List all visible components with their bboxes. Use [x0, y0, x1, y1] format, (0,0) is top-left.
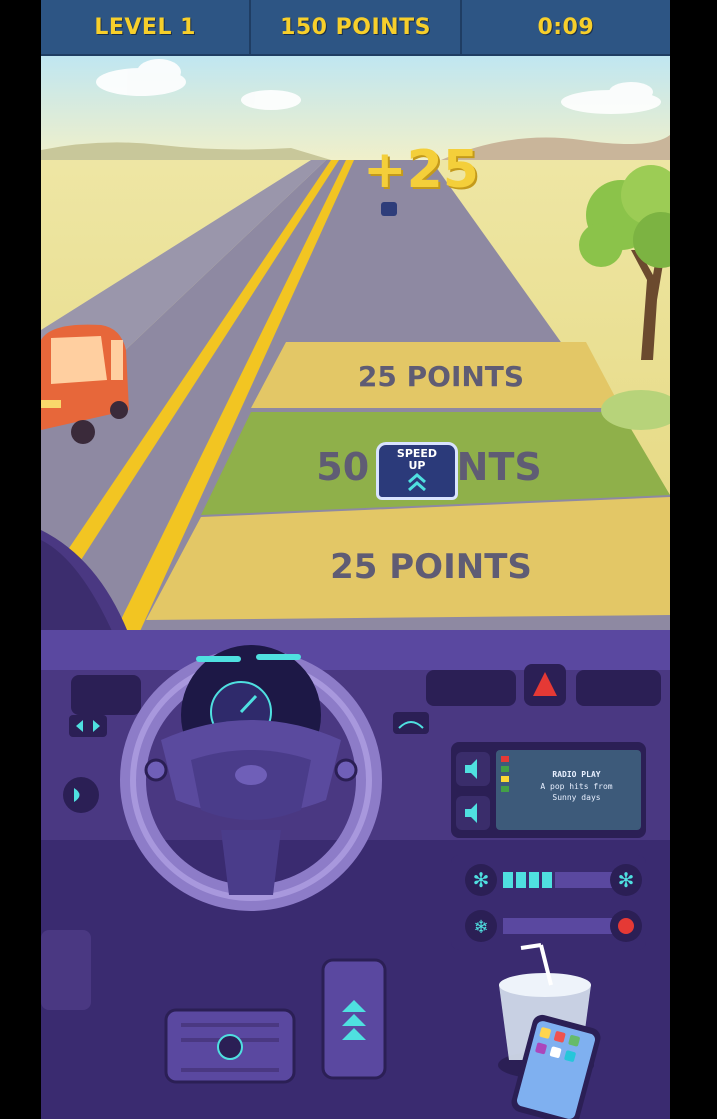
headlight-icon[interactable]	[63, 777, 99, 813]
volume-up-icon[interactable]	[456, 752, 490, 786]
volume-down-icon[interactable]	[456, 796, 490, 830]
temperature-bar[interactable]	[503, 918, 615, 934]
speed-up-button[interactable]: SPEED UP	[376, 442, 458, 500]
horn-icon	[235, 765, 267, 785]
svg-text:✻: ✻	[618, 868, 635, 892]
dash-top	[41, 630, 670, 670]
timer: 0:09	[537, 14, 595, 40]
speed-up-label-line2: UP	[408, 459, 426, 472]
parking-brake-icon	[217, 1034, 243, 1060]
fan-speed-bar[interactable]	[503, 872, 615, 888]
radio-subtitle: A pop hits from	[540, 782, 613, 791]
zone-bottom-label: 25 POINTS	[330, 547, 532, 587]
chevron-up-icon	[408, 473, 426, 492]
radio-subtitle-2: Sunny days	[552, 793, 601, 802]
hazard-button[interactable]	[524, 664, 566, 706]
distant-car	[381, 202, 397, 216]
brake-pedal[interactable]	[164, 1008, 296, 1084]
turn-signal-icon[interactable]	[69, 715, 107, 737]
svg-text:✻: ✻	[473, 868, 490, 892]
snowflake-icon[interactable]: ✻	[610, 864, 642, 896]
air-vent-left	[71, 675, 141, 715]
zone-top-label: 25 POINTS	[358, 360, 524, 393]
level-indicator: LEVEL 1	[41, 0, 252, 54]
svg-text:❄: ❄	[473, 917, 488, 938]
hud-bar: LEVEL 1 150 POINTS 0:09	[41, 0, 670, 56]
bonus-popup: +25	[363, 140, 479, 200]
accelerator-pedal[interactable]	[321, 958, 387, 1080]
driving-scene: 25 POINTS 50 POINTS 25 POINTS ✻ ✻ ❄	[41, 54, 670, 1119]
snowflake-icon[interactable]: ❄	[465, 910, 497, 942]
radio-title: RADIO PLAY	[552, 770, 601, 779]
snowflake-icon[interactable]: ✻	[465, 864, 497, 896]
game-viewport: LEVEL 1 150 POINTS 0:09 25 POINTS 50 POI…	[41, 0, 670, 1119]
score-indicator: 150 POINTS	[251, 0, 462, 54]
heat-button[interactable]	[610, 910, 642, 942]
wiper-icon[interactable]	[393, 712, 429, 734]
door-panel	[41, 930, 91, 1010]
